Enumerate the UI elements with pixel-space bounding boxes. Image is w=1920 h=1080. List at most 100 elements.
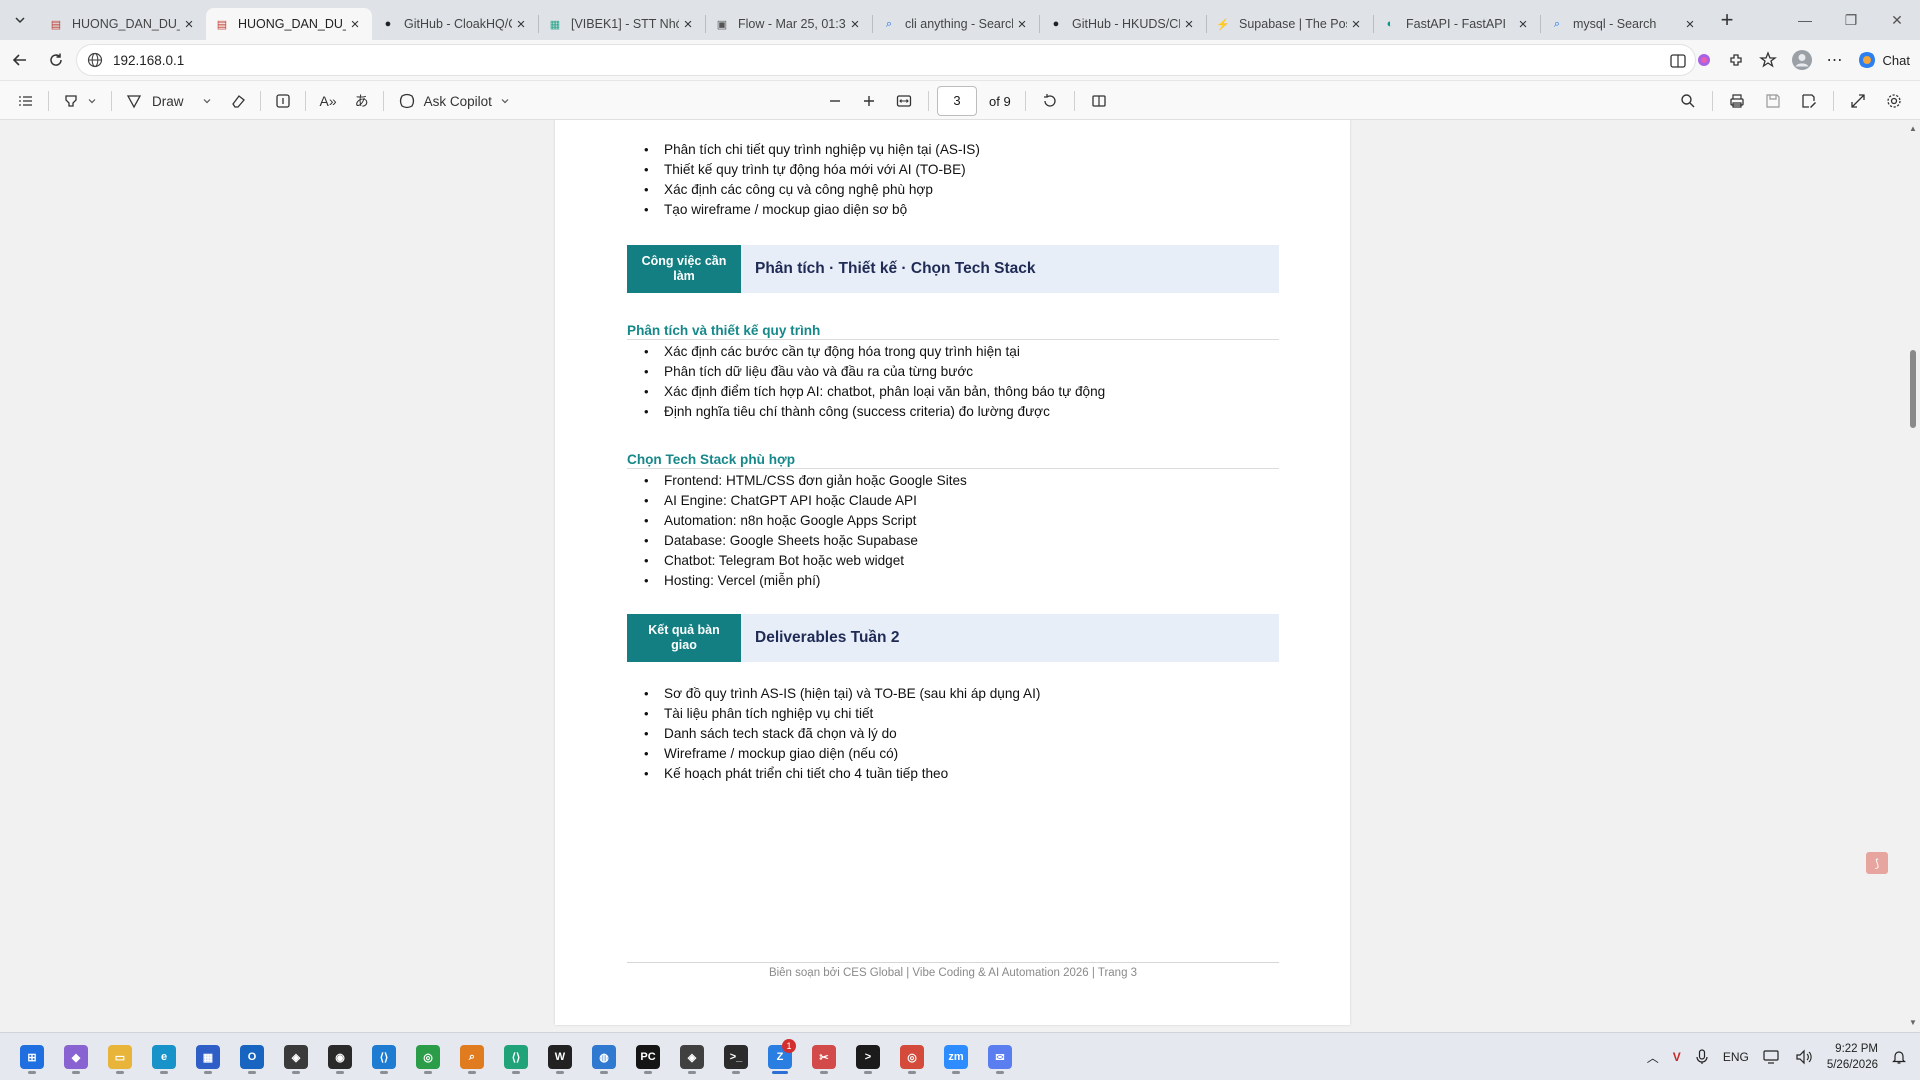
- pdf-viewer[interactable]: Phân tích chi tiết quy trình nghiệp vụ h…: [0, 120, 1920, 1032]
- close-tab-icon[interactable]: ×: [1180, 15, 1198, 33]
- browser-tab[interactable]: ● GitHub - CloakHQ/C ×: [372, 8, 538, 40]
- zoom-in-button[interactable]: [854, 86, 884, 116]
- pycharm-taskbar-button[interactable]: PC: [630, 1039, 666, 1075]
- more-options-icon[interactable]: ⋯: [1827, 50, 1843, 70]
- fullscreen-button[interactable]: [1842, 86, 1874, 116]
- ms-store-taskbar-button[interactable]: ▦: [190, 1039, 226, 1075]
- copilot-chat-button[interactable]: Chat: [1857, 50, 1910, 70]
- browser-tab[interactable]: ⌕ mysql - Search ×: [1541, 8, 1707, 40]
- browser-tab[interactable]: ⚡ Supabase | The Post ×: [1207, 8, 1373, 40]
- input-language[interactable]: ENG: [1723, 1050, 1749, 1064]
- antivirus-tray-icon[interactable]: V: [1673, 1050, 1681, 1064]
- contents-button[interactable]: [10, 86, 42, 116]
- pdf-settings-button[interactable]: [1878, 86, 1910, 116]
- vertical-scrollbar[interactable]: ▲ ▼: [1906, 120, 1920, 1032]
- browser-tab[interactable]: ● GitHub - HKUDS/CL ×: [1040, 8, 1206, 40]
- copilot-app-taskbar-button[interactable]: ◆: [58, 1039, 94, 1075]
- file-explorer-icon: ▭: [108, 1045, 132, 1069]
- translate-icon: あ: [354, 93, 369, 109]
- bullet-item: Xác định các bước cần tự động hóa trong …: [627, 342, 1279, 362]
- zoom-out-button[interactable]: [820, 86, 850, 116]
- ask-copilot-button[interactable]: Ask Copilot: [390, 86, 518, 116]
- translate-button[interactable]: あ: [347, 86, 377, 116]
- scrollbar-thumb[interactable]: [1910, 350, 1916, 428]
- terminal-taskbar-button[interactable]: >_: [718, 1039, 754, 1075]
- back-button[interactable]: [2, 44, 38, 76]
- edge-browser-taskbar-button[interactable]: e: [146, 1039, 182, 1075]
- profile-avatar-icon[interactable]: [1791, 49, 1813, 71]
- refresh-button[interactable]: [38, 44, 74, 76]
- close-tab-icon[interactable]: ×: [679, 15, 697, 33]
- omnibox[interactable]: 192.168.0.1: [76, 44, 1696, 76]
- close-tab-icon[interactable]: ×: [180, 15, 198, 33]
- penguin-app-taskbar-button[interactable]: ◉: [322, 1039, 358, 1075]
- camera-app-taskbar-button[interactable]: ◍: [586, 1039, 622, 1075]
- wps-taskbar-button[interactable]: W: [542, 1039, 578, 1075]
- vscode-taskbar-button[interactable]: ⟨⟩: [366, 1039, 402, 1075]
- erase-button[interactable]: [222, 86, 254, 116]
- add-text-button[interactable]: [267, 86, 299, 116]
- close-tab-icon[interactable]: ×: [846, 15, 864, 33]
- fit-page-button[interactable]: [888, 86, 920, 116]
- browser-tab[interactable]: ◐ FastAPI - FastAPI ×: [1374, 8, 1540, 40]
- page-view-button[interactable]: [1083, 86, 1115, 116]
- zalo-taskbar-button[interactable]: Z1: [762, 1039, 798, 1075]
- rotate-button[interactable]: [1034, 86, 1066, 116]
- scroll-up-icon[interactable]: ▲: [1908, 124, 1918, 134]
- unity-hub-taskbar-button[interactable]: ◈: [674, 1039, 710, 1075]
- new-tab-button[interactable]: +: [1707, 0, 1747, 40]
- network-monitor-icon[interactable]: [1763, 1049, 1781, 1065]
- browser-tab[interactable]: ▦ [VIBEK1] - STT Nhóm×: [539, 8, 705, 40]
- outlook-taskbar-button[interactable]: O: [234, 1039, 270, 1075]
- tab-title: mysql - Search: [1573, 17, 1657, 31]
- browser-tab[interactable]: ▤ HUONG_DAN_DU_A×: [40, 8, 206, 40]
- save-icon: [1766, 94, 1780, 108]
- print-button[interactable]: [1721, 86, 1753, 116]
- find-button[interactable]: [1672, 86, 1704, 116]
- clock[interactable]: 9:22 PM 5/26/2026: [1827, 1041, 1878, 1073]
- save-as-button[interactable]: [1793, 86, 1825, 116]
- chrome-taskbar-button[interactable]: ◎: [410, 1039, 446, 1075]
- minimize-button[interactable]: —: [1782, 0, 1828, 40]
- close-tab-icon[interactable]: ×: [512, 15, 530, 33]
- highlight-button[interactable]: [55, 86, 105, 116]
- close-window-button[interactable]: ✕: [1874, 0, 1920, 40]
- chevron-up-icon[interactable]: ︿: [1647, 1049, 1659, 1066]
- chrome-profile-taskbar-button[interactable]: ◎: [894, 1039, 930, 1075]
- close-tab-icon[interactable]: ×: [1514, 15, 1532, 33]
- vscode-insiders-taskbar-button[interactable]: ⟨⟩: [498, 1039, 534, 1075]
- draw-button[interactable]: Draw: [118, 86, 220, 116]
- tab-title: GitHub - HKUDS/CL: [1072, 17, 1180, 31]
- page-number-input[interactable]: 3: [937, 86, 977, 116]
- close-tab-icon[interactable]: ×: [1347, 15, 1365, 33]
- save-button[interactable]: [1757, 86, 1789, 116]
- immersive-reader-icon[interactable]: [1669, 52, 1687, 70]
- zoom-taskbar-button[interactable]: zm: [938, 1039, 974, 1075]
- browser-tab[interactable]: ▤ HUONG_DAN_DU_A×: [206, 8, 372, 40]
- windows-start-taskbar-button[interactable]: ⊞: [14, 1039, 50, 1075]
- close-tab-icon[interactable]: ×: [1013, 15, 1031, 33]
- scroll-down-icon[interactable]: ▼: [1908, 1018, 1918, 1028]
- microphone-icon[interactable]: [1695, 1049, 1709, 1065]
- favorites-icon[interactable]: [1758, 51, 1777, 69]
- restore-button[interactable]: ❐: [1828, 0, 1874, 40]
- close-tab-icon[interactable]: ×: [1681, 15, 1699, 33]
- search-tool-taskbar-button[interactable]: ⌕: [454, 1039, 490, 1075]
- extensions-icon[interactable]: [1727, 51, 1745, 69]
- volume-icon[interactable]: [1795, 1049, 1813, 1065]
- read-aloud-icon: A»: [319, 93, 337, 109]
- read-aloud-button[interactable]: A»: [312, 86, 345, 116]
- notification-bell-icon[interactable]: [1892, 1049, 1906, 1065]
- ms-store-icon: ▦: [196, 1045, 220, 1069]
- file-explorer-taskbar-button[interactable]: ▭: [102, 1039, 138, 1075]
- close-tab-icon[interactable]: ×: [346, 15, 364, 33]
- cmd-taskbar-button[interactable]: >: [850, 1039, 886, 1075]
- snipping-tool-taskbar-button[interactable]: ✂: [806, 1039, 842, 1075]
- browser-tab[interactable]: ⌕ cli anything - Search ×: [873, 8, 1039, 40]
- browser-tab[interactable]: ▣ Flow - Mar 25, 01:3 ×: [706, 8, 872, 40]
- url-text[interactable]: 192.168.0.1: [113, 53, 184, 68]
- copilot-extension-icon[interactable]: [1695, 51, 1713, 69]
- tab-actions-menu[interactable]: [0, 0, 40, 40]
- unity-taskbar-button[interactable]: ◈: [278, 1039, 314, 1075]
- messenger-taskbar-button[interactable]: ✉: [982, 1039, 1018, 1075]
